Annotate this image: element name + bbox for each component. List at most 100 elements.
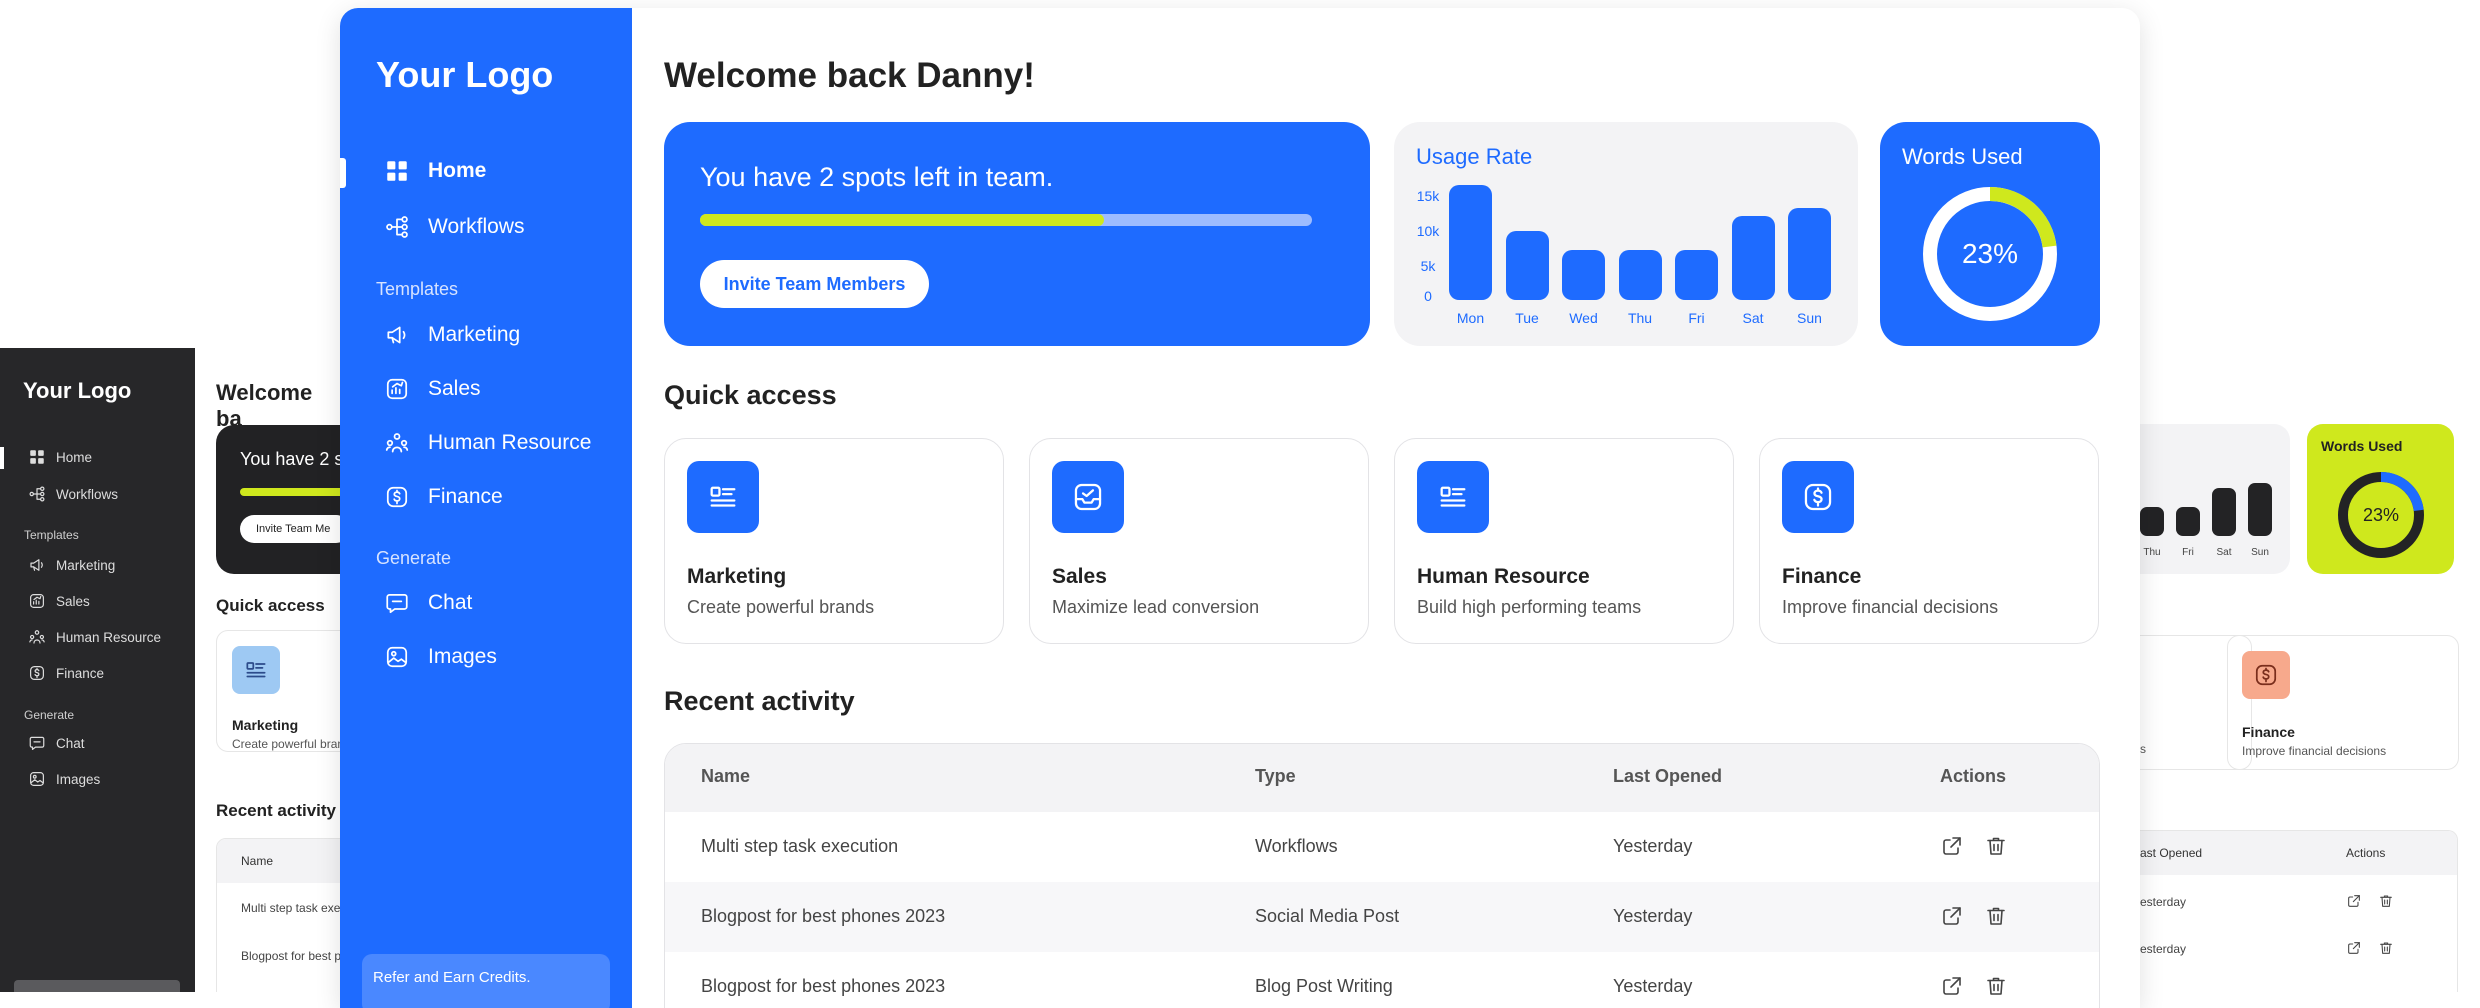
templates-heading: Templates	[376, 279, 459, 299]
dark-team-banner: You have 2 s Invite Team Me	[216, 425, 340, 574]
dark-card-marketing[interactable]: Marketing Create powerful bran	[216, 630, 340, 752]
dark-nav-home[interactable]: Home	[28, 448, 92, 466]
sidebar-item-chat[interactable]: Chat	[384, 590, 472, 616]
preview-day-sat: Sat	[2216, 547, 2232, 558]
sidebar-item-label: Images	[428, 645, 497, 668]
usage-bar-sun	[1788, 208, 1831, 300]
list-icon	[687, 461, 759, 533]
recent-activity-title: Recent activity	[664, 686, 855, 716]
dark-generate-heading: Generate	[24, 708, 75, 722]
people-icon	[384, 430, 410, 456]
open-icon[interactable]	[2346, 893, 2362, 909]
preview-col-last: ast Opened	[2140, 846, 2203, 860]
preview-bar-fri	[2176, 507, 2200, 536]
preview-day-sun: Sun	[2251, 547, 2269, 558]
sidebar-item-sales[interactable]: Sales	[384, 376, 481, 402]
usage-bar-tue	[1505, 231, 1549, 300]
day-label-wed: Wed	[1569, 310, 1598, 326]
preview-bar-thu	[2140, 507, 2164, 536]
open-icon[interactable]	[1940, 904, 1964, 928]
card-subtitle: Create powerful brands	[687, 597, 875, 617]
table-row[interactable]: Multi step task execution Workflows Yest…	[665, 812, 2100, 882]
dark-nav-workflows[interactable]: Workflows	[28, 485, 118, 503]
open-icon[interactable]	[2346, 940, 2362, 956]
y-tick-5k: 5k	[1420, 258, 1436, 274]
sidebar-item-home[interactable]: Home	[384, 158, 486, 184]
usage-rate-card: Usage Rate 15k 10k 5k 0 Mon Tue Wed Thu Fri S…	[1394, 122, 1858, 346]
day-label-tue: Tue	[1515, 310, 1539, 326]
preview-card-title: Finance	[2242, 724, 2295, 740]
sidebar-item-human-resource[interactable]: Human Resource	[384, 430, 591, 456]
chart-icon	[384, 376, 410, 402]
quick-card-finance[interactable]: Finance Improve financial decisions	[1759, 438, 2099, 644]
y-tick-10k: 10k	[1416, 223, 1440, 239]
sidebar-item-label: Home	[428, 159, 487, 182]
preview-table-header: ast Opened Actions	[2140, 831, 2457, 875]
preview-bar-sun	[2248, 483, 2272, 536]
words-used-title: Words Used	[1902, 144, 2023, 169]
dashboard-window: Your Logo Home Workflows Templates Marke…	[340, 8, 2140, 1008]
y-tick-0: 0	[1424, 288, 1432, 304]
team-progress-bar	[700, 214, 1312, 226]
dark-nav-human-resource[interactable]: Human Resource	[28, 628, 161, 646]
trash-icon[interactable]	[1984, 904, 2008, 928]
page-title: Welcome back Danny!	[664, 56, 1035, 95]
sidebar-item-marketing[interactable]: Marketing	[384, 322, 520, 348]
sidebar-item-finance[interactable]: Finance	[384, 484, 503, 510]
preview-recent-table: ast Opened Actions esterday esterday	[2140, 830, 2458, 992]
quick-card-sales[interactable]: Sales Maximize lead conversion	[1029, 438, 1369, 644]
chat-icon	[28, 734, 46, 752]
table-row[interactable]: Blogpost for best phones 2023 Blog Post …	[665, 952, 2100, 1008]
row-last-opened: Yesterday	[1613, 836, 1693, 856]
trash-icon[interactable]	[2378, 940, 2394, 956]
preview-day-thu: Thu	[2143, 547, 2161, 558]
dark-nav-images[interactable]: Images	[28, 770, 100, 788]
col-last-opened: Last Opened	[1613, 766, 1723, 786]
quick-card-human-resource[interactable]: Human Resource Build high performing tea…	[1394, 438, 1734, 644]
table-row[interactable]: Blogpost for best phones 2023 Social Med…	[665, 882, 2099, 952]
recent-activity-table: Name Type Last Opened Actions Multi step…	[664, 743, 2100, 1008]
usage-rate-title: Usage Rate	[1416, 144, 1533, 169]
dark-nav-chat[interactable]: Chat	[28, 734, 85, 752]
list-icon	[232, 646, 280, 694]
trash-icon[interactable]	[1984, 974, 2008, 998]
preview-words-donut: 23%	[2332, 466, 2430, 564]
preview-card-finance[interactable]: Finance Improve financial decisions	[2227, 635, 2459, 770]
row-actions	[1940, 974, 2008, 998]
dollar-icon	[2242, 651, 2290, 699]
lime-theme-preview: Thu Fri Sat Sun Words Used 23% s Finance Im…	[2140, 420, 2480, 992]
refer-credits-box[interactable]: Refer and Earn Credits.	[362, 954, 610, 1008]
sidebar-item-workflows[interactable]: Workflows	[384, 214, 524, 240]
open-icon[interactable]	[1940, 834, 1964, 858]
quick-card-marketing[interactable]: Marketing Create powerful brands	[664, 438, 1004, 644]
dark-invite-button[interactable]: Invite Team Me	[240, 515, 340, 543]
usage-bar-fri	[1675, 250, 1718, 300]
invite-team-members-button[interactable]: Invite Team Members	[700, 260, 929, 308]
dark-row-2-name: Blogpost for best p	[241, 949, 340, 963]
list-icon	[1417, 461, 1489, 533]
team-banner: You have 2 spots left in team. Invite Te…	[664, 122, 1370, 346]
usage-bar-thu	[1618, 250, 1662, 300]
dark-col-name: Name	[241, 854, 274, 868]
day-label-thu: Thu	[1627, 310, 1653, 326]
table-header: Name Type Last Opened Actions	[665, 744, 2099, 812]
open-icon[interactable]	[1940, 974, 1964, 998]
row-type: Workflows	[1255, 836, 1338, 856]
dark-refer-box[interactable]	[14, 980, 180, 992]
trash-icon[interactable]	[1984, 834, 2008, 858]
preview-row-1-actions	[2346, 893, 2394, 909]
megaphone-icon	[384, 322, 410, 348]
dark-nav-finance[interactable]: Finance	[28, 664, 104, 682]
megaphone-icon	[28, 556, 46, 574]
dark-nav-marketing[interactable]: Marketing	[28, 556, 115, 574]
card-subtitle: Maximize lead conversion	[1052, 597, 1260, 617]
row-actions	[1940, 904, 2008, 928]
preview-card-subtitle: Improve financial decisions	[2242, 744, 2387, 758]
preview-bar-sat	[2212, 487, 2236, 536]
trash-icon[interactable]	[2378, 893, 2394, 909]
dark-nav-sales[interactable]: Sales	[28, 592, 90, 610]
usage-bar-mon	[1449, 185, 1492, 300]
preview-row-1-last: esterday	[2140, 895, 2187, 909]
sidebar-item-images[interactable]: Images	[384, 644, 497, 670]
row-type: Blog Post Writing	[1255, 976, 1393, 996]
